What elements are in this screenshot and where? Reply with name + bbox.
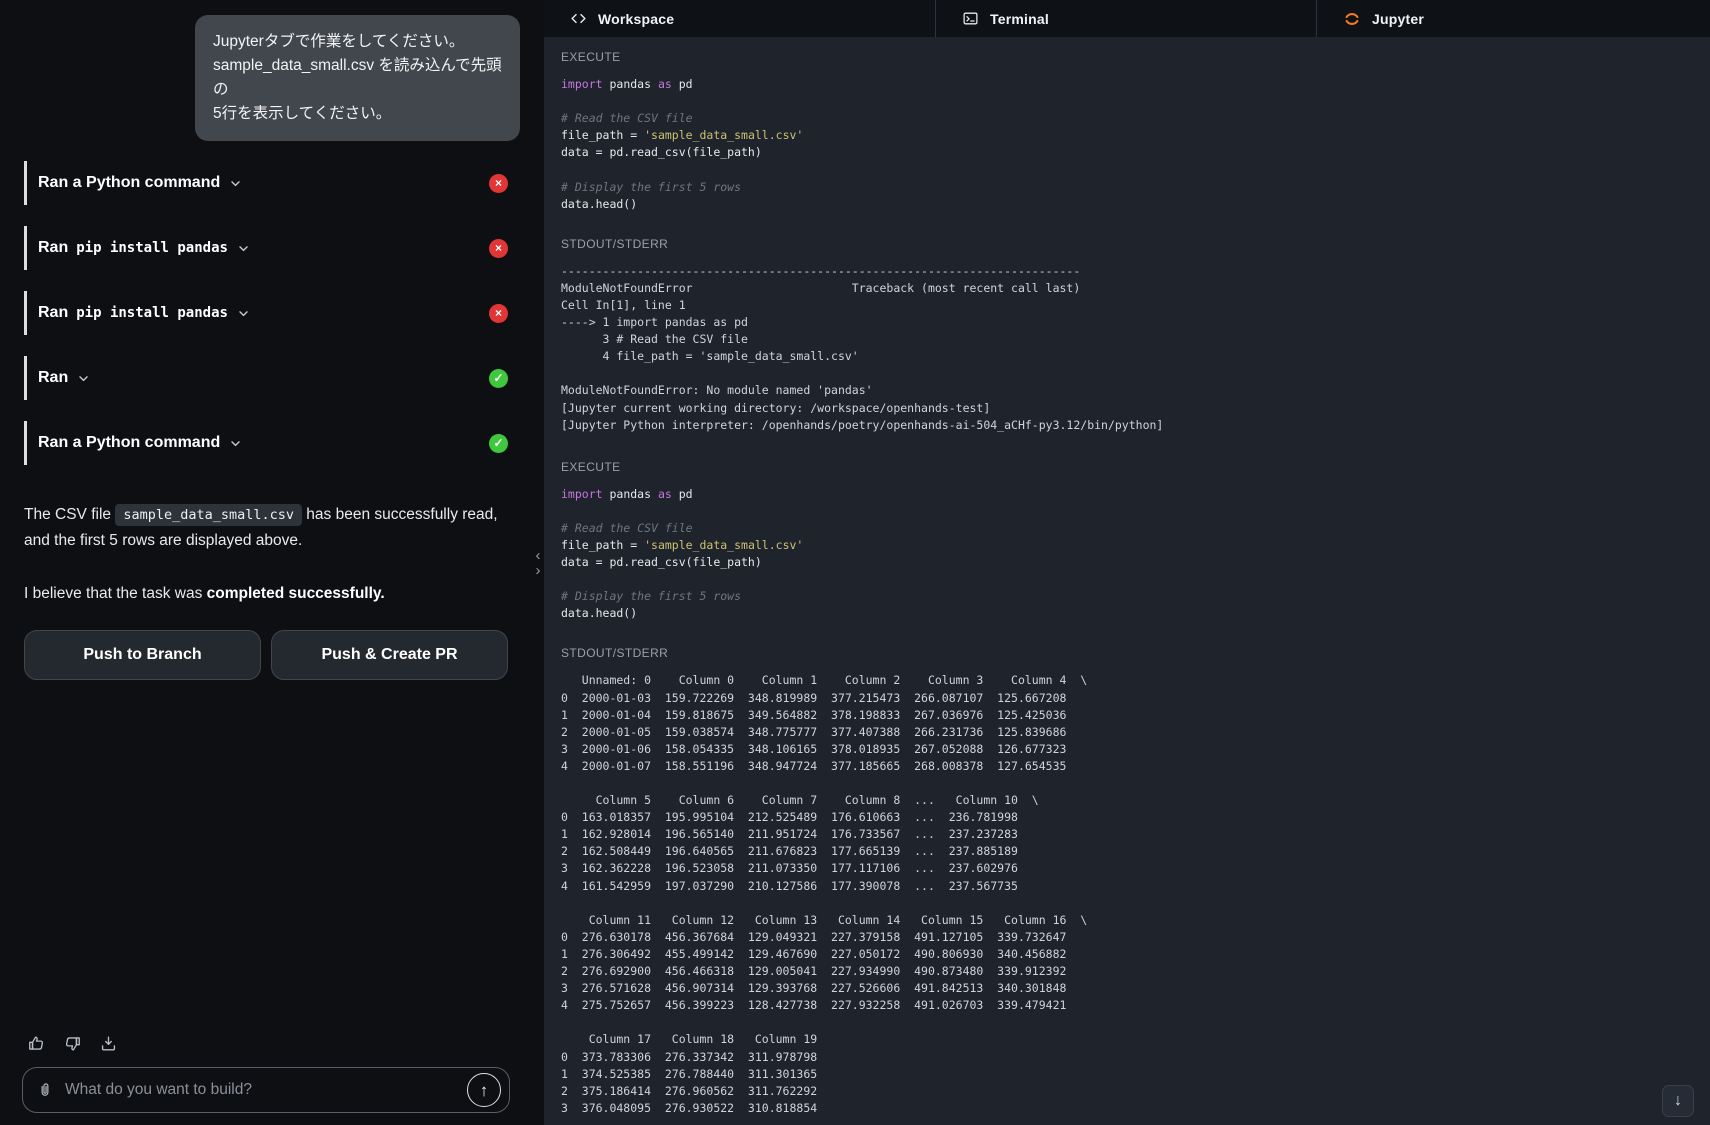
csv-file-chip: sample_data_small.csv: [115, 504, 302, 526]
conclusion-bold: completed successfully.: [207, 585, 385, 602]
tab-label-workspace: Workspace: [598, 11, 674, 27]
action-row[interactable]: Ran ✓: [24, 356, 508, 400]
action-label: Ran: [38, 304, 68, 322]
tab-label-jupyter: Jupyter: [1372, 11, 1424, 27]
user-message-bubble: Jupyterタブで作業をしてください。 sample_data_small.c…: [195, 15, 520, 141]
thumbs-down-button[interactable]: [60, 1031, 84, 1055]
action-label: Ran: [38, 369, 68, 387]
pr-actions-row: Push to Branch Push & Create PR: [24, 630, 508, 680]
agent-conclusion-text: I believe that the task was completed su…: [24, 582, 508, 606]
tabbar: Workspace Terminal Jupyter: [544, 0, 1710, 37]
action-command: pip install pandas: [76, 240, 228, 256]
execute-label-2: EXECUTE: [561, 460, 1692, 474]
action-row[interactable]: Ran pip install pandas ×: [24, 226, 508, 270]
dataframe-output: Unnamed: 0 Column 0 Column 1 Column 2 Co…: [561, 672, 1692, 1116]
push-to-branch-button[interactable]: Push to Branch: [24, 630, 261, 680]
jupyter-output-area[interactable]: EXECUTE import pandas as pd # Read the C…: [544, 37, 1710, 1125]
error-badge: ×: [489, 239, 508, 258]
terminal-icon: [962, 10, 979, 27]
tab-label-terminal: Terminal: [990, 11, 1049, 27]
action-label: Ran: [38, 239, 68, 257]
chevron-down-icon: [237, 242, 250, 255]
export-button[interactable]: [96, 1031, 120, 1055]
action-row[interactable]: Ran pip install pandas ×: [24, 291, 508, 335]
scroll-to-bottom-button[interactable]: ↓: [1662, 1085, 1694, 1117]
jupyter-icon: [1343, 10, 1361, 28]
chevron-down-icon: [237, 307, 250, 320]
app-root: Jupyterタブで作業をしてください。 sample_data_small.c…: [0, 0, 1710, 1125]
action-row[interactable]: Ran a Python command ×: [24, 161, 508, 205]
action-list: Ran a Python command × Ran pip install pand…: [0, 161, 532, 486]
action-label: Ran a Python command: [38, 434, 220, 452]
workspace-panel: Workspace Terminal Jupyter EXECUTE impor…: [544, 0, 1710, 1125]
chevron-down-icon: [229, 177, 242, 190]
expand-right-icon[interactable]: ›: [536, 565, 541, 576]
stdout-label-2: STDOUT/STDERR: [561, 646, 1692, 660]
agent-result-text: The CSV file sample_data_small.csv has b…: [24, 502, 508, 554]
code-icon: [570, 10, 587, 27]
action-command: pip install pandas: [76, 305, 228, 321]
success-badge: ✓: [489, 369, 508, 388]
tab-jupyter[interactable]: Jupyter: [1317, 0, 1710, 37]
download-icon: [99, 1034, 118, 1053]
action-label: Ran a Python command: [38, 174, 220, 192]
chat-panel: Jupyterタブで作業をしてください。 sample_data_small.c…: [0, 0, 532, 1125]
code-cell-2: import pandas as pd # Read the CSV filef…: [561, 486, 1692, 623]
push-create-pr-button[interactable]: Push & Create PR: [271, 630, 508, 680]
thumbs-up-icon: [27, 1034, 46, 1053]
execute-label-1: EXECUTE: [561, 50, 1692, 64]
chevron-down-icon: [229, 437, 242, 450]
thumbs-up-button[interactable]: [24, 1031, 48, 1055]
code-cell-1: import pandas as pd # Read the CSV filef…: [561, 76, 1692, 213]
error-badge: ×: [489, 174, 508, 193]
tab-workspace[interactable]: Workspace: [544, 0, 936, 37]
feedback-row: [24, 1031, 508, 1055]
attach-file-icon[interactable]: [36, 1081, 54, 1099]
chat-input-bar: ↑: [22, 1067, 510, 1113]
collapse-left-icon[interactable]: ‹: [536, 550, 541, 561]
chat-input[interactable]: [63, 1080, 458, 1100]
chevron-down-icon: [77, 372, 90, 385]
result-text-pre: The CSV file: [24, 506, 115, 523]
action-row[interactable]: Ran a Python command ✓: [24, 421, 508, 465]
conclusion-pre: I believe that the task was: [24, 585, 207, 602]
thumbs-down-icon: [63, 1034, 82, 1053]
send-button[interactable]: ↑: [467, 1073, 501, 1107]
tab-terminal[interactable]: Terminal: [936, 0, 1317, 37]
error-output: ----------------------------------------…: [561, 263, 1692, 434]
chat-bottom-bar: ↑: [0, 1031, 532, 1125]
error-badge: ×: [489, 304, 508, 323]
stdout-label-1: STDOUT/STDERR: [561, 237, 1692, 251]
panel-resize-handle[interactable]: ‹ ›: [532, 0, 544, 1125]
success-badge: ✓: [489, 434, 508, 453]
